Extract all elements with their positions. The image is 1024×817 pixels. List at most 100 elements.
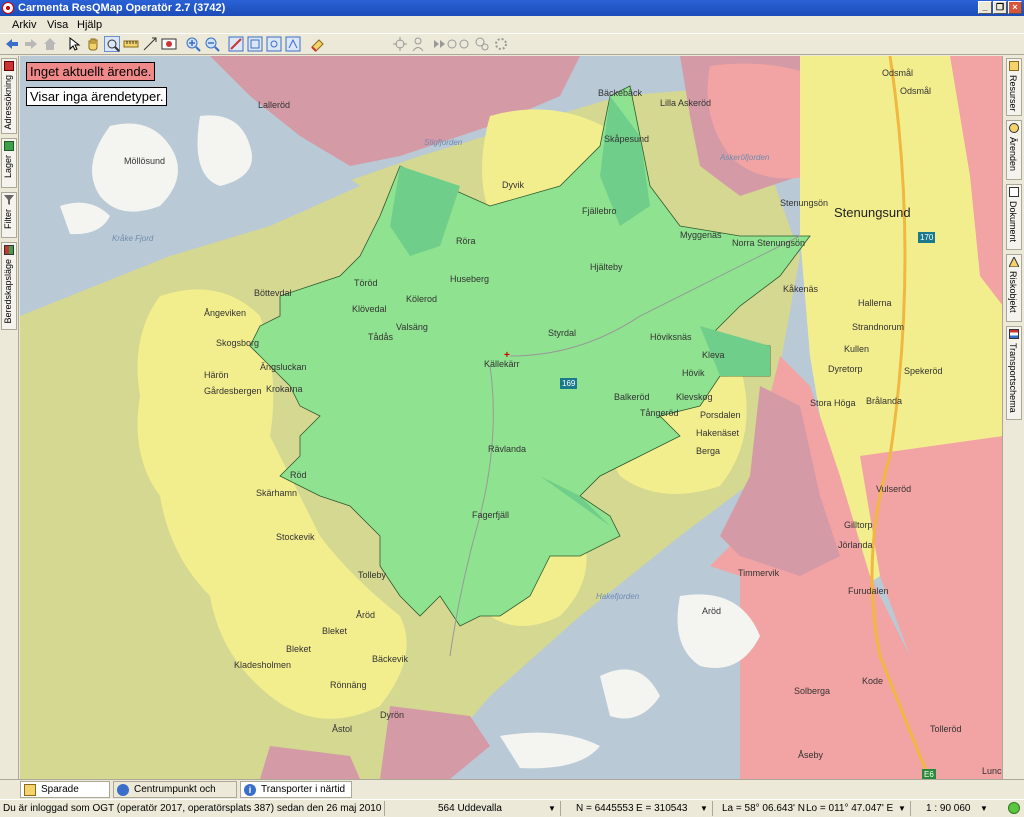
layers-icon	[4, 141, 14, 151]
place-label: Töröd	[354, 278, 378, 288]
goto-location-icon[interactable]	[161, 36, 177, 52]
area-dropdown-icon[interactable]: ▼	[548, 804, 556, 813]
place-label: Kölerod	[406, 294, 438, 304]
toolbar	[0, 33, 1024, 55]
restore-button[interactable]: ❐	[993, 1, 1007, 14]
cases-icon	[1009, 123, 1019, 133]
zoom-in-icon[interactable]	[185, 36, 201, 52]
place-label: Härön	[204, 370, 229, 380]
pan-hand-icon[interactable]	[85, 36, 101, 52]
map-scale[interactable]: 1 : 90 060	[926, 803, 970, 814]
status-bar: Du är inloggad som OGT (operatör 2017, o…	[0, 799, 1024, 817]
place-label: Rönnäng	[330, 680, 367, 690]
distance-icon[interactable]	[142, 36, 158, 52]
zoom-area-icon[interactable]	[104, 36, 120, 52]
water-label: Kråke Fjord	[112, 234, 154, 243]
tab-transportschema[interactable]: Transportschema	[1006, 326, 1022, 420]
map-view[interactable]: Inget aktuellt ärende. Visar inga ärende…	[20, 56, 1003, 779]
forward-arrow-icon[interactable]	[23, 36, 39, 52]
place-label: Hakenäset	[696, 428, 740, 438]
area-selector[interactable]: 564 Uddevalla	[438, 803, 502, 814]
place-label: Porsdalen	[700, 410, 741, 420]
measure-ruler-icon[interactable]	[123, 36, 139, 52]
tab-transporter[interactable]: i Transporter i närtid	[240, 781, 352, 798]
tab-filter[interactable]: Filter	[1, 192, 17, 238]
menu-bar: Arkiv Visa Hjälp	[0, 16, 1024, 33]
place-label: Tångeröd	[640, 408, 679, 418]
place-label: Strandnorum	[852, 322, 905, 332]
zoom-out-icon[interactable]	[204, 36, 220, 52]
media-controls-icon[interactable]	[432, 36, 472, 52]
latlon-dropdown-icon[interactable]: ▼	[898, 804, 906, 813]
tab-arenden[interactable]: Ärenden	[1006, 120, 1022, 180]
place-label: Ängsluckan	[260, 362, 307, 372]
person-search-icon[interactable]	[411, 36, 427, 52]
place-label: Hallerna	[858, 298, 892, 308]
place-label: Myggenäs	[680, 230, 722, 240]
settings-gear-icon[interactable]	[493, 36, 509, 52]
place-label: Gårdesbergen	[204, 386, 262, 396]
place-label: Möllösund	[124, 156, 166, 166]
tab-dokument[interactable]: Dokument	[1006, 184, 1022, 250]
place-label: Dyretorp	[828, 364, 863, 374]
scale-dropdown-icon[interactable]: ▼	[980, 804, 988, 813]
place-label: Norra Stenungsön	[732, 238, 806, 248]
tab-riskobjekt[interactable]: Riskobjekt	[1006, 254, 1022, 322]
map-canvas[interactable]	[20, 56, 1003, 779]
window-title: Carmenta ResQMap Operatör 2.7 (3742)	[18, 2, 226, 14]
tab-centrumpunkt[interactable]: Centrumpunkt och skala	[113, 781, 237, 810]
place-label: Tolleröd	[930, 724, 962, 734]
place-label: Tolleby	[358, 570, 387, 580]
tab-sparade-platser[interactable]: Sparade platser	[20, 781, 110, 810]
place-label: Gilltorp	[844, 520, 873, 530]
tab-lager[interactable]: Lager	[1, 138, 17, 188]
back-arrow-icon[interactable]	[4, 36, 20, 52]
place-label: Skåpesund	[604, 134, 650, 144]
eraser-icon[interactable]	[309, 36, 325, 52]
place-label: Ångeviken	[204, 308, 247, 318]
place-label: Åstol	[332, 724, 353, 734]
place-label: Böttevdal	[254, 288, 292, 298]
close-button[interactable]: ×	[1008, 1, 1022, 14]
home-icon[interactable]	[42, 36, 58, 52]
route-icon[interactable]	[474, 36, 490, 52]
place-label: Fagerfjäll	[472, 510, 510, 520]
water-label: Hakefjorden	[596, 592, 640, 601]
longitude: Lo = 011° 47.047' E	[806, 803, 894, 814]
map-view-3-icon[interactable]	[285, 36, 301, 52]
place-label: Skogsborg	[216, 338, 260, 348]
place-label: Dyvik	[502, 180, 524, 190]
place-label: Klevskog	[676, 392, 713, 402]
place-label: Fjällebro	[582, 206, 617, 216]
place-label: Stora Höga	[810, 398, 856, 408]
place-label: Åseby	[798, 750, 824, 760]
filter-funnel-icon	[4, 195, 14, 205]
place-label: Dyrön	[380, 710, 405, 720]
menu-arkiv[interactable]: Arkiv	[12, 19, 36, 31]
no-case-types-info: Visar inga ärendetyper.	[26, 87, 168, 106]
select-pointer-icon[interactable]	[66, 36, 82, 52]
minimize-button[interactable]: _	[978, 1, 992, 14]
gps-target-icon[interactable]	[392, 36, 408, 52]
place-label: Röra	[456, 236, 476, 246]
place-label: Lilla Askeröd	[660, 98, 712, 108]
coord-dropdown-icon[interactable]: ▼	[700, 804, 708, 813]
road-sign-e6: E6	[922, 769, 936, 779]
tab-adressokning[interactable]: Adressökning	[1, 58, 17, 134]
tab-beredskapslage[interactable]: Beredskapsläge	[1, 242, 17, 330]
place-label: Kladesholmen	[234, 660, 292, 670]
resources-icon	[1009, 61, 1019, 71]
draw-line-icon[interactable]	[228, 36, 244, 52]
place-label: Stockevik	[276, 532, 315, 542]
map-view-1-icon[interactable]	[247, 36, 263, 52]
place-label: Berga	[696, 446, 721, 456]
place-label: Styrdal	[548, 328, 577, 338]
coord-e: E = 310543	[636, 803, 688, 814]
map-view-2-icon[interactable]	[266, 36, 282, 52]
menu-visa[interactable]: Visa	[47, 19, 68, 31]
place-label: Lalleröd	[258, 100, 291, 110]
place-label: Odsmål	[900, 86, 932, 96]
menu-hjalp[interactable]: Hjälp	[77, 19, 102, 31]
tab-resurser[interactable]: Resurser	[1006, 58, 1022, 116]
login-status: Du är inloggad som OGT (operatör 2017, o…	[3, 803, 381, 814]
